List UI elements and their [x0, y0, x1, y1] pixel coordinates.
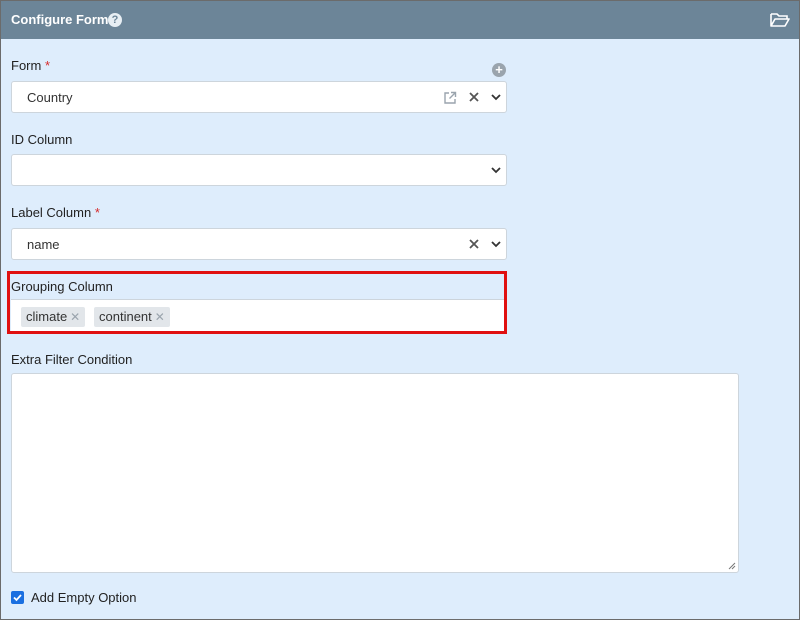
- chevron-down-icon[interactable]: [491, 166, 501, 174]
- form-label: Form *: [11, 58, 50, 73]
- chevron-down-icon[interactable]: [491, 93, 501, 101]
- form-label-text: Form: [11, 58, 42, 73]
- panel-title: Configure Form: [11, 12, 109, 27]
- configure-form-panel: Configure Form ? Form * + Country ID Col…: [0, 0, 800, 620]
- clear-x-icon[interactable]: [469, 239, 479, 249]
- chevron-down-icon[interactable]: [491, 240, 501, 248]
- folder-open-icon[interactable]: [770, 12, 790, 28]
- add-form-plus-icon[interactable]: +: [492, 63, 506, 77]
- add-empty-label[interactable]: Add Empty Option: [31, 590, 137, 605]
- external-link-icon[interactable]: [443, 91, 457, 105]
- required-mark: *: [44, 58, 51, 73]
- extra-filter-label: Extra Filter Condition: [11, 352, 133, 367]
- extra-filter-textarea[interactable]: [11, 373, 739, 573]
- label-column-select[interactable]: name: [11, 228, 507, 260]
- question-circle-icon[interactable]: ?: [108, 13, 122, 27]
- resize-grip-icon[interactable]: [728, 562, 736, 570]
- label-column-label-text: Label Column: [11, 205, 92, 220]
- add-empty-checkbox[interactable]: [11, 591, 24, 604]
- clear-x-icon[interactable]: [469, 92, 479, 102]
- form-select[interactable]: Country: [11, 81, 507, 113]
- highlight-box: [7, 271, 507, 334]
- form-select-value: Country: [27, 90, 73, 105]
- panel-header: Configure Form ?: [1, 1, 799, 39]
- id-column-label: ID Column: [11, 132, 73, 147]
- checkmark-icon: [13, 594, 22, 602]
- label-column-value: name: [27, 237, 60, 252]
- label-column-label: Label Column *: [11, 205, 100, 220]
- required-mark: *: [94, 205, 100, 220]
- id-column-select[interactable]: [11, 154, 507, 186]
